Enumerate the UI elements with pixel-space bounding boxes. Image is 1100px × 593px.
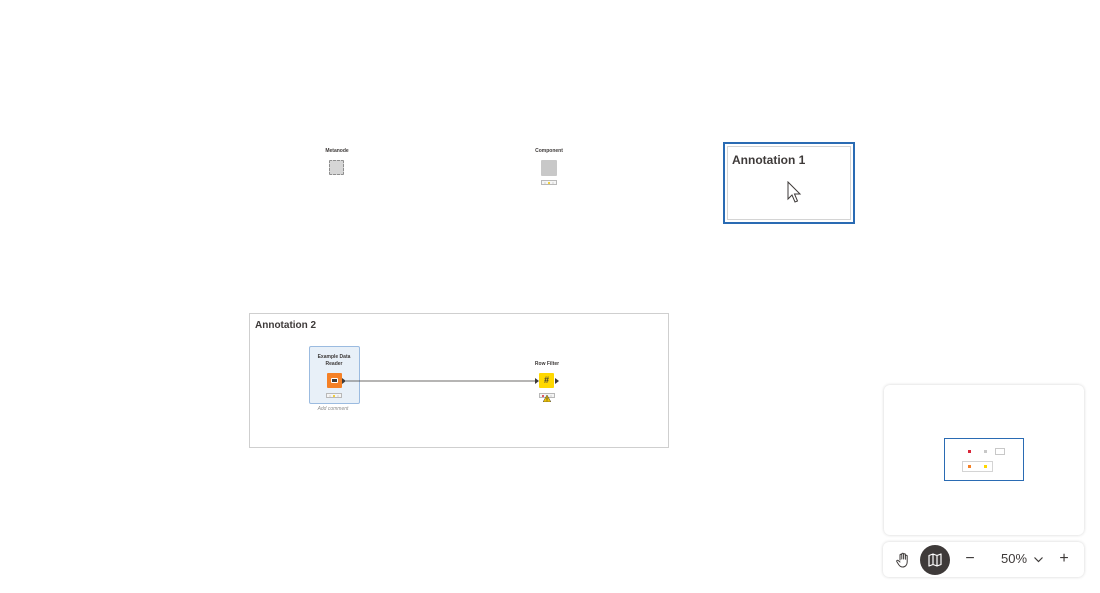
pan-mode-button[interactable] xyxy=(888,545,918,575)
minimap-viewport[interactable] xyxy=(944,438,1024,481)
status-dot xyxy=(544,181,546,184)
chevron-down-icon[interactable] xyxy=(1033,554,1044,565)
minimap-panel[interactable] xyxy=(884,385,1084,535)
status-dot xyxy=(552,181,554,184)
output-port-icon xyxy=(555,378,559,384)
example-data-reader-title-line2: Reader xyxy=(325,361,343,367)
minimap-node-mark xyxy=(984,450,987,453)
zoom-out-button[interactable]: − xyxy=(962,550,978,568)
mouse-cursor-icon xyxy=(787,181,802,203)
canvas-toolbar: − 50% + xyxy=(883,542,1084,577)
output-port-icon xyxy=(342,378,346,384)
add-comment-label[interactable]: Add comment xyxy=(318,406,349,412)
hand-icon xyxy=(896,552,908,568)
metanode-icon[interactable] xyxy=(329,160,344,175)
row-filter-icon[interactable]: # xyxy=(539,373,554,388)
component-title: Component xyxy=(535,148,563,154)
connection-line[interactable] xyxy=(340,375,562,387)
annotation-2-title: Annotation 2 xyxy=(255,320,317,331)
map-icon xyxy=(928,553,942,567)
example-data-reader-title-line1: Example Data xyxy=(317,354,351,360)
example-data-reader-status-light xyxy=(326,393,342,398)
minimap-node-mark xyxy=(968,465,971,468)
component-icon[interactable] xyxy=(541,160,557,176)
component-status-light xyxy=(541,180,557,185)
minimap-toggle-button[interactable] xyxy=(920,545,950,575)
zoom-level-dropdown[interactable]: 50% xyxy=(1001,551,1027,566)
status-dot-yellow xyxy=(333,394,335,397)
minimap-node-mark xyxy=(984,465,987,468)
warning-icon[interactable] xyxy=(543,395,551,402)
status-dot-yellow xyxy=(548,181,550,184)
status-dot xyxy=(337,394,339,397)
filter-glyph-icon: # xyxy=(543,375,549,385)
minimap-node-mark xyxy=(968,450,971,453)
minimap-annotation-mark xyxy=(995,448,1005,455)
annotation-1-title: Annotation 1 xyxy=(732,153,806,167)
data-reader-glyph-icon xyxy=(331,378,338,383)
metanode-title: Metanode xyxy=(325,148,349,154)
zoom-in-button[interactable]: + xyxy=(1056,550,1072,568)
row-filter-title: Row Filter xyxy=(534,361,560,367)
minimap-annotation-mark xyxy=(962,461,993,472)
status-dot xyxy=(329,394,331,397)
